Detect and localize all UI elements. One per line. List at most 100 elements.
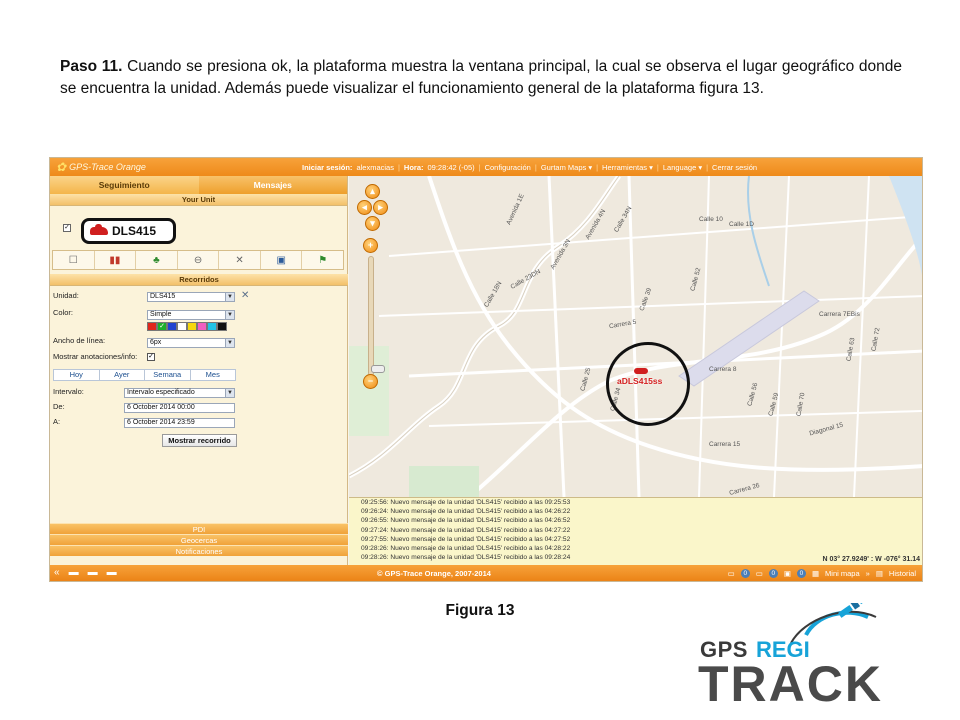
log-line: 09:26:24: Nuevo mensaje de la unidad 'DL… bbox=[361, 508, 571, 516]
top-nav: Iniciar sesión: alexmacias | Hora: 09:28… bbox=[302, 162, 758, 172]
historial-button[interactable]: Historial bbox=[889, 569, 916, 578]
minimap-icon[interactable]: ▦ bbox=[812, 569, 819, 578]
pin-icon[interactable]: ♣ bbox=[136, 251, 178, 269]
period-hoy[interactable]: Hoy bbox=[54, 370, 100, 380]
log-line: 09:26:55: Nuevo mensaje de la unidad 'DL… bbox=[361, 517, 571, 525]
counter-badge: 0 bbox=[796, 569, 806, 578]
login-label: Iniciar sesión: bbox=[302, 162, 353, 172]
collapse-icon[interactable]: « bbox=[54, 567, 60, 578]
tab-seguimiento[interactable]: Seguimiento bbox=[50, 176, 199, 194]
footer-geocercas[interactable]: Geocercas bbox=[50, 534, 348, 545]
street-label: Carrera 8 bbox=[709, 366, 737, 373]
ancho-select[interactable]: 6px ▼ bbox=[147, 338, 235, 348]
pan-down-icon[interactable]: ▾ bbox=[365, 216, 380, 231]
menu-gurtam-maps[interactable]: Gurtam Maps ▾ bbox=[541, 163, 592, 172]
mostrar-label: Mostrar anotaciones/info: bbox=[53, 352, 138, 361]
mostrar-checkbox[interactable]: ✓ bbox=[147, 353, 155, 361]
sidebar: Seguimiento Mensajes Your Unit ✓ DLS415 … bbox=[50, 176, 348, 565]
de-label: De: bbox=[53, 402, 65, 411]
intervalo-label: Intervalo: bbox=[53, 387, 84, 396]
chevron-up-icon[interactable]: » bbox=[866, 569, 870, 578]
ancho-label: Ancho de línea: bbox=[53, 336, 106, 345]
paragraph-text: Cuando se presiona ok, la plataforma mue… bbox=[60, 58, 902, 97]
menu-configuracion[interactable]: Configuración bbox=[485, 163, 531, 172]
battery-icon[interactable]: ▮▮ bbox=[95, 251, 137, 269]
unidad-select[interactable]: DLS415 ▼ bbox=[147, 292, 235, 302]
menu-herramientas[interactable]: Herramientas ▾ bbox=[602, 163, 653, 172]
bottom-bar: « ▬ ▬ ▬ © GPS-Trace Orange, 2007-2014 ▭ … bbox=[50, 565, 922, 581]
sidebar-footer: PDI Geocercas Notificaciones bbox=[50, 523, 348, 556]
minus-icon[interactable]: ⊖ bbox=[178, 251, 220, 269]
pan-left-icon[interactable]: ◂ bbox=[357, 200, 372, 215]
chevron-down-icon: ▼ bbox=[225, 311, 234, 319]
period-mes[interactable]: Mes bbox=[190, 370, 235, 380]
bottom-tools: « ▬ ▬ ▬ bbox=[54, 567, 117, 578]
unit-highlight[interactable]: DLS415 bbox=[81, 218, 176, 244]
footer-notificaciones[interactable]: Notificaciones bbox=[50, 545, 348, 556]
minimap-button[interactable]: Mini mapa bbox=[825, 569, 860, 578]
zoom-out-icon[interactable]: − bbox=[363, 374, 378, 389]
history-icon[interactable]: ▤ bbox=[876, 569, 883, 578]
brand-logo: GPS REGI TRACK bbox=[696, 603, 936, 713]
pan-up-icon[interactable]: ▴ bbox=[365, 184, 380, 199]
footer-pdi[interactable]: PDI bbox=[50, 523, 348, 534]
period-semana[interactable]: Semana bbox=[145, 370, 191, 380]
monitor-icon[interactable]: ▭ bbox=[756, 569, 763, 578]
cursor-coordinates: N 03° 27.9249' : W -076° 31.14 bbox=[822, 556, 920, 563]
menu-language[interactable]: Language ▾ bbox=[663, 163, 702, 172]
counter-badge: 0 bbox=[740, 569, 750, 578]
swatch-red[interactable] bbox=[147, 322, 157, 331]
zoom-slider-handle[interactable] bbox=[371, 365, 385, 373]
brand-track: TRACK bbox=[698, 656, 883, 712]
a-label: A: bbox=[53, 417, 61, 426]
car-marker-icon[interactable] bbox=[634, 368, 648, 374]
pan-right-icon[interactable]: ▸ bbox=[373, 200, 388, 215]
unidad-label: Unidad: bbox=[53, 291, 79, 300]
de-input[interactable]: 6 October 2014 00:00 bbox=[124, 403, 235, 413]
color-select[interactable]: Simple ▼ bbox=[147, 310, 235, 320]
message-log: 09:25:56: Nuevo mensaje de la unidad 'DL… bbox=[349, 497, 922, 565]
satellite-icon[interactable]: ✕ bbox=[241, 290, 249, 301]
swatch-cyan[interactable] bbox=[207, 322, 217, 331]
zoom-in-icon[interactable]: + bbox=[363, 238, 378, 253]
swatch-black[interactable] bbox=[217, 322, 227, 331]
satellite-icon[interactable]: ✕ bbox=[219, 251, 261, 269]
flag-icon[interactable]: ⚑ bbox=[302, 251, 343, 269]
color-swatches: ✓ bbox=[147, 322, 227, 331]
map-view[interactable]: Avenida 1E Calle 23DN Calle 34N Calle 10… bbox=[349, 176, 922, 497]
truck-icon[interactable]: ▬ bbox=[107, 567, 117, 578]
swatch-yellow[interactable] bbox=[187, 322, 197, 331]
chevron-down-icon: ▼ bbox=[225, 339, 234, 347]
intervalo-select[interactable]: Intervalo especificado ▼ bbox=[124, 388, 235, 398]
period-ayer[interactable]: Ayer bbox=[99, 370, 145, 380]
log-line: 09:27:55: Nuevo mensaje de la unidad 'DL… bbox=[361, 535, 571, 543]
mostrar-recorrido-button[interactable]: Mostrar recorrido bbox=[162, 434, 237, 447]
swatch-pink[interactable] bbox=[197, 322, 207, 331]
menu-cerrar-sesion[interactable]: Cerrar sesión bbox=[712, 163, 757, 172]
unit-checkbox[interactable]: ✓ bbox=[63, 224, 71, 232]
map-unit-label[interactable]: aDLS415ss bbox=[617, 376, 662, 386]
swatch-white[interactable] bbox=[177, 322, 187, 331]
a-input[interactable]: 6 October 2014 23:59 bbox=[124, 418, 235, 428]
hour-value: 09:28:42 (-05) bbox=[427, 162, 475, 172]
zoom-slider[interactable] bbox=[368, 256, 385, 376]
swatch-green[interactable]: ✓ bbox=[157, 322, 167, 331]
hour-label: Hora: bbox=[403, 162, 424, 172]
username: alexmacias bbox=[356, 162, 394, 172]
image-icon[interactable]: ▣ bbox=[784, 569, 791, 578]
period-buttons: Hoy Ayer Semana Mes bbox=[53, 369, 236, 381]
map-roads bbox=[349, 176, 922, 497]
swatch-blue[interactable] bbox=[167, 322, 177, 331]
card-icon[interactable]: ▣ bbox=[261, 251, 303, 269]
counter-badge: 0 bbox=[768, 569, 778, 578]
recorridos-panel: Recorridos bbox=[50, 274, 348, 286]
checkbox-icon[interactable]: ☐ bbox=[53, 251, 95, 269]
your-unit-heading: Your Unit bbox=[50, 194, 347, 206]
step-label: Paso 11. bbox=[60, 58, 123, 75]
truck-icon[interactable]: ▬ bbox=[69, 567, 79, 578]
truck-icon[interactable]: ▬ bbox=[88, 567, 98, 578]
monitor-icon[interactable]: ▭ bbox=[728, 569, 735, 578]
log-line: 09:28:26: Nuevo mensaje de la unidad 'DL… bbox=[361, 544, 571, 552]
tab-mensajes[interactable]: Mensajes bbox=[198, 176, 347, 194]
copyright: © GPS-Trace Orange, 2007-2014 bbox=[377, 569, 491, 578]
